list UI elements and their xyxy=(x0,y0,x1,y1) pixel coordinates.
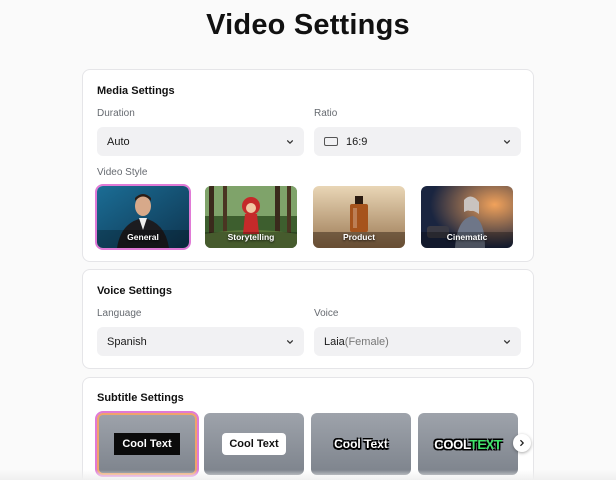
bottom-fade xyxy=(0,470,616,480)
duration-select[interactable]: Auto xyxy=(97,127,304,156)
language-select[interactable]: Spanish xyxy=(97,327,304,356)
video-style-general[interactable]: General xyxy=(95,184,191,250)
language-value: Spanish xyxy=(107,335,147,348)
tile-label: Storytelling xyxy=(227,232,275,242)
media-settings-card: Media Settings Duration Auto Ratio 16:9 … xyxy=(82,69,534,262)
tile-label: Cinematic xyxy=(446,232,488,242)
video-style-label: Video Style xyxy=(97,167,148,178)
subtitle-preview-text: Cool Text xyxy=(222,433,286,455)
subtitle-word-1: COOL xyxy=(434,436,470,452)
page-title: Video Settings xyxy=(206,9,410,41)
subtitle-preview-text: Cool Text xyxy=(114,433,180,455)
subtitle-style-1[interactable]: Cool Text xyxy=(95,411,199,477)
ratio-value: 16:9 xyxy=(346,135,368,148)
ratio-select[interactable]: 16:9 xyxy=(314,127,521,156)
duration-value: Auto xyxy=(107,135,130,148)
ratio-label: Ratio xyxy=(314,108,338,119)
tile-label: Product xyxy=(342,232,376,242)
subtitle-next-button[interactable] xyxy=(513,434,531,452)
aspect-ratio-icon xyxy=(324,137,338,146)
subtitle-style-4[interactable]: COOLTEXT xyxy=(418,413,518,475)
voice-name: Laia xyxy=(324,335,345,348)
voice-settings-card: Voice Settings Language Spanish Voice La… xyxy=(82,269,534,369)
subtitle-settings-title: Subtitle Settings xyxy=(97,392,184,404)
chevron-down-icon xyxy=(503,339,511,344)
subtitle-settings-card: Subtitle Settings Cool Text Cool Text Co… xyxy=(82,377,534,480)
chevron-down-icon xyxy=(503,139,511,144)
video-style-cinematic[interactable]: Cinematic xyxy=(421,186,513,248)
tile-label: General xyxy=(127,232,159,242)
voice-gender: (Female) xyxy=(344,335,389,348)
subtitle-word-2: TEXT xyxy=(469,436,502,452)
chevron-right-icon xyxy=(520,439,524,447)
voice-settings-title: Voice Settings xyxy=(97,285,172,297)
chevron-down-icon xyxy=(286,339,294,344)
video-style-product[interactable]: Product xyxy=(313,186,405,248)
voice-select[interactable]: Laia(Female) xyxy=(314,327,521,356)
duration-label: Duration xyxy=(97,108,135,119)
subtitle-style-3[interactable]: Cool Text xyxy=(311,413,411,475)
media-settings-title: Media Settings xyxy=(97,85,175,97)
language-label: Language xyxy=(97,308,142,319)
subtitle-preview-text: Cool Text xyxy=(334,437,388,451)
subtitle-style-2[interactable]: Cool Text xyxy=(204,413,304,475)
chevron-down-icon xyxy=(286,139,294,144)
voice-label: Voice xyxy=(314,308,339,319)
video-style-storytelling[interactable]: Storytelling xyxy=(205,186,297,248)
subtitle-preview-text: COOLTEXT xyxy=(434,436,502,452)
voice-value: Laia(Female) xyxy=(324,336,503,348)
